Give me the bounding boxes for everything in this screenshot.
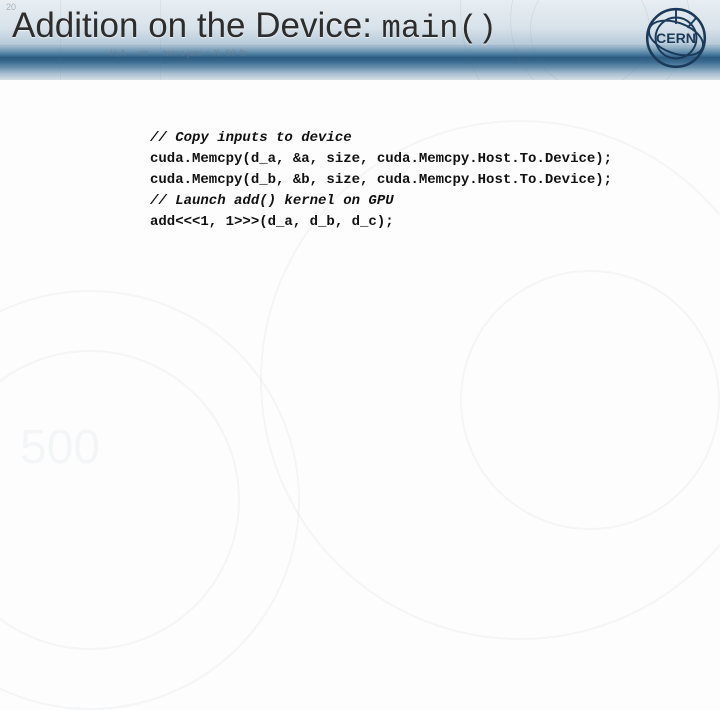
slide-title: Addition on the Device: main() (12, 6, 497, 47)
title-prefix: Addition on the Device: (12, 6, 382, 45)
code-block: // Copy inputs to devicecuda.Memcpy(d_a,… (150, 128, 612, 233)
watermark-circle (0, 350, 240, 650)
title-mono: main() (382, 10, 497, 47)
watermark-number: 500 (20, 420, 100, 475)
code-line: cuda.Memcpy(d_b, &b, size, cuda.Memcpy.H… (150, 170, 612, 191)
code-line: add<<<1, 1>>>(d_a, d_b, d_c); (150, 212, 612, 233)
watermark-circle (460, 270, 720, 530)
slide-header: 20 H,A → ττ → two τ jets + X, 60 fb Addi… (0, 0, 720, 80)
header-bg-subtext: H,A → ττ → two τ jets + X, 60 fb (110, 48, 247, 58)
watermark-circle (0, 290, 300, 710)
cern-logo-text: CERN (656, 30, 696, 46)
cern-logo: CERN (644, 6, 708, 70)
code-line: cuda.Memcpy(d_a, &a, size, cuda.Memcpy.H… (150, 149, 612, 170)
code-line-comment: // Copy inputs to device (150, 128, 612, 149)
code-line-comment: // Launch add() kernel on GPU (150, 191, 612, 212)
